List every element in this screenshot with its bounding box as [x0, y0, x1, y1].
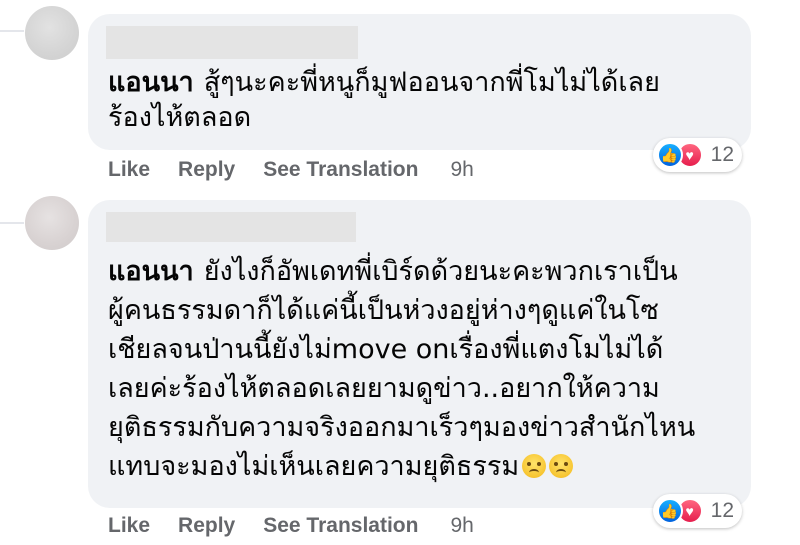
reaction-count: 12	[710, 499, 734, 522]
like-icon: 👍	[656, 142, 683, 168]
like-icon: 👍	[656, 498, 683, 524]
comment-line: ร้องไห้ตลอด	[108, 102, 252, 133]
avatar[interactable]	[25, 196, 79, 250]
like-button[interactable]: Like	[108, 514, 150, 538]
comment-line: เชียลจนป่านนี้ยังไม่move onเรื่องพี่แตงโ…	[108, 334, 664, 365]
reaction-count: 12	[710, 143, 734, 166]
like-button[interactable]: Like	[108, 158, 150, 182]
comment-line: แทบจะมองไม่เห็นเลยความยุติธรรม	[108, 451, 520, 482]
comment-author[interactable]: แอนนา	[108, 256, 194, 287]
comment-line: เลยค่ะร้องไห้ตลอดเลยยามดูข่าว..อยากให้คว…	[108, 373, 660, 404]
reaction-summary[interactable]: 👍 ♥ 12	[652, 494, 742, 528]
comment-line: สู้ๆนะคะพี่หนูก็มูฟออนจากพี่โมไม่ได้เลย	[203, 67, 660, 98]
thread-connector	[0, 222, 24, 224]
comment-line: ยังไงก็อัพเดทพี่เบิร์ดด้วยนะคะพวกเราเป็น	[203, 256, 678, 287]
comment-actions: Like Reply See Translation 9h	[108, 514, 502, 538]
thread-connector	[0, 30, 24, 32]
see-translation-link[interactable]: See Translation	[263, 158, 418, 182]
reaction-summary[interactable]: 👍 ♥ 12	[652, 138, 742, 172]
redacted-name-bar	[106, 26, 358, 59]
crying-face-icon	[522, 454, 547, 478]
comment-line: ยุติธรรมกับความจริงออกมาเร็วๆมองข่าวสำนั…	[108, 412, 696, 443]
timestamp[interactable]: 9h	[450, 514, 473, 538]
comment-bubble: แอนนา ยังไงก็อัพเดทพี่เบิร์ดด้วยนะคะพวกเร…	[88, 200, 751, 508]
crying-face-icon	[549, 454, 574, 478]
avatar[interactable]	[25, 6, 79, 60]
comment-author[interactable]: แอนนา	[108, 67, 194, 98]
comment-body: แอนนา สู้ๆนะคะพี่หนูก็มูฟออนจากพี่โมไม่ได…	[108, 65, 731, 135]
see-translation-link[interactable]: See Translation	[263, 514, 418, 538]
redacted-name-bar	[106, 212, 356, 242]
comment-body: แอนนา ยังไงก็อัพเดทพี่เบิร์ดด้วยนะคะพวกเร…	[108, 252, 731, 486]
reply-button[interactable]: Reply	[178, 158, 235, 182]
comment-line: ผู้คนธรรมดาก็ได้แค่นี้เป็นห่วงอยู่ห่างๆด…	[108, 295, 659, 326]
comment-actions: Like Reply See Translation 9h	[108, 158, 502, 182]
comment-bubble: แอนนา สู้ๆนะคะพี่หนูก็มูฟออนจากพี่โมไม่ได…	[88, 14, 751, 150]
timestamp[interactable]: 9h	[450, 158, 473, 182]
reply-button[interactable]: Reply	[178, 514, 235, 538]
